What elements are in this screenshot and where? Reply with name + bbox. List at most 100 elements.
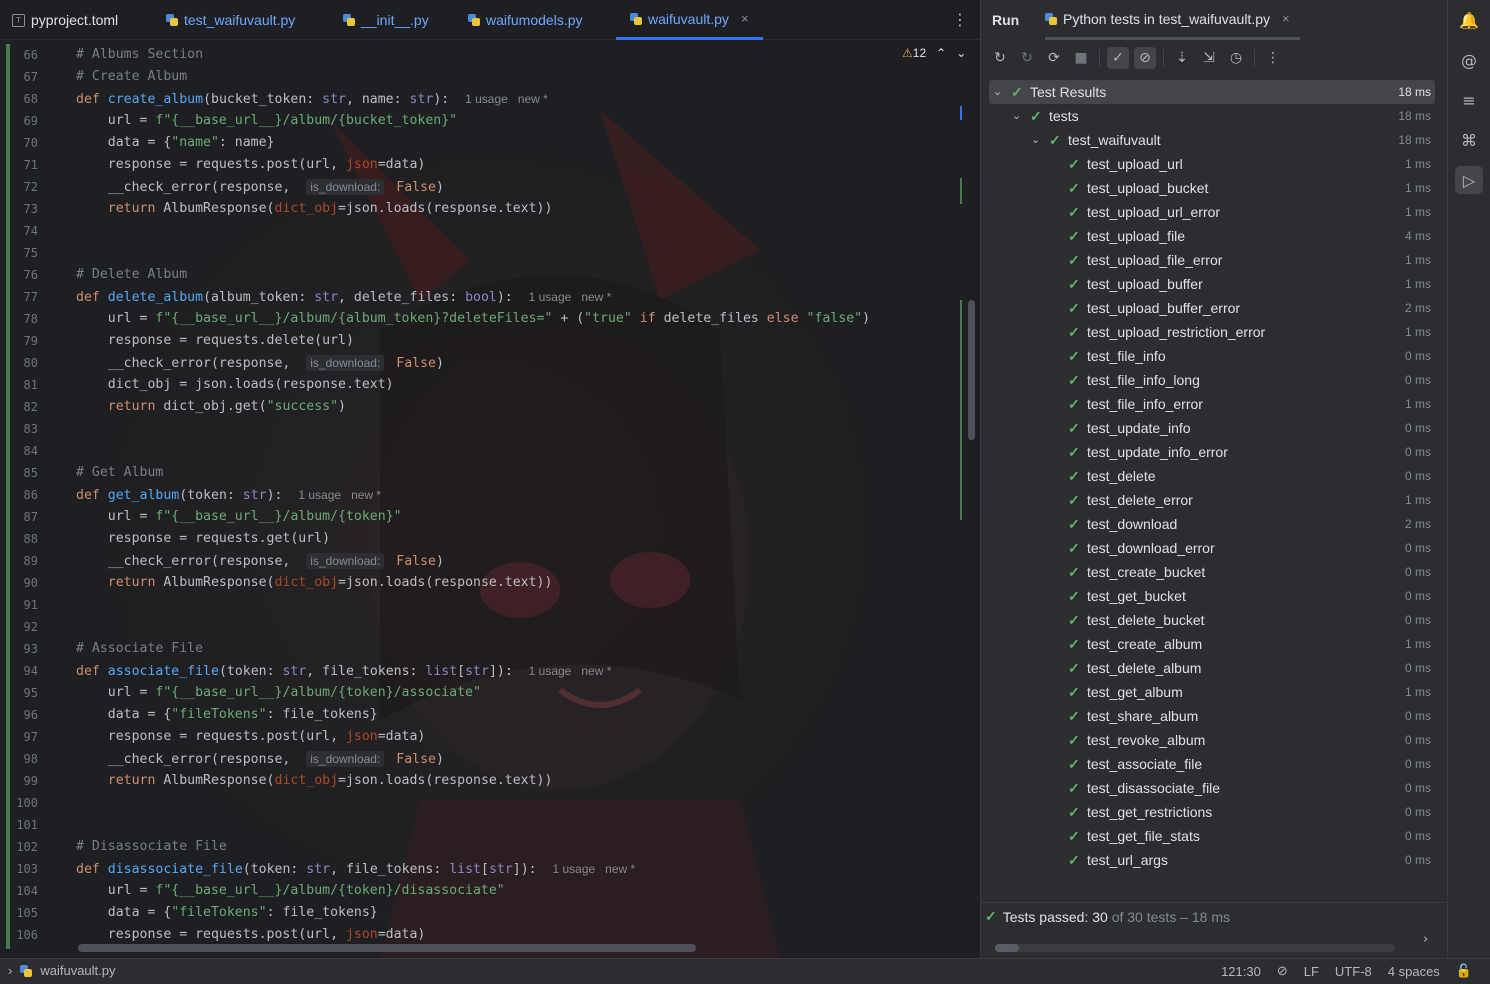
history-icon[interactable]: ◷ <box>1225 47 1247 69</box>
close-icon[interactable]: × <box>1282 11 1290 26</box>
code-line[interactable]: 106 response = requests.post(url, json=d… <box>0 924 960 946</box>
code-line[interactable]: 96 data = {"fileTokens": file_tokens} <box>0 704 960 726</box>
line-number[interactable]: 98 <box>0 748 38 770</box>
test-item[interactable]: ✓ test_file_info 0 ms <box>989 344 1435 368</box>
test-item[interactable]: ✓ test_share_album 0 ms <box>989 704 1435 728</box>
chevron-right-icon[interactable]: › <box>1423 932 1428 947</box>
tab-waifuvault[interactable]: waifuvault.py × <box>616 0 763 40</box>
scrollbar-thumb[interactable] <box>995 944 1019 952</box>
code-line[interactable]: 103 def disassociate_file(token: str, fil… <box>0 858 960 880</box>
breadcrumb-file[interactable]: waifuvault.py <box>40 963 115 978</box>
show-ignored-icon[interactable]: ⊘ <box>1134 47 1156 69</box>
code-line[interactable]: 74 <box>0 220 960 242</box>
code-line[interactable]: 66 # Albums Section <box>0 44 960 66</box>
code-line[interactable]: 71 response = requests.post(url, json=da… <box>0 154 960 176</box>
test-item[interactable]: ✓ test_upload_file 4 ms <box>989 224 1435 248</box>
tab-init[interactable]: __init__.py <box>343 0 429 40</box>
line-number[interactable]: 95 <box>0 682 38 704</box>
line-number[interactable]: 85 <box>0 462 38 484</box>
line-number[interactable]: 83 <box>0 418 38 440</box>
code-text[interactable]: # Delete Album <box>76 264 187 286</box>
line-number[interactable]: 96 <box>0 704 38 726</box>
chevron-down-icon[interactable]: ⌄ <box>1012 104 1021 128</box>
line-number[interactable]: 66 <box>0 44 38 66</box>
toggle-auto-test-icon[interactable]: ⟳ <box>1043 47 1065 69</box>
horizontal-scrollbar[interactable] <box>995 944 1395 952</box>
code-text[interactable]: data = {"fileTokens": file_tokens} <box>76 704 378 726</box>
line-number[interactable]: 75 <box>0 242 38 264</box>
line-number[interactable]: 94 <box>0 660 38 682</box>
code-text[interactable]: __check_error(response, is_download: Fal… <box>76 550 444 573</box>
line-number[interactable]: 88 <box>0 528 38 550</box>
code-text[interactable]: response = requests.post(url, json=data) <box>76 154 426 176</box>
code-lines[interactable]: 66 # Albums Section 67 # Create Album 68 def … <box>0 44 960 944</box>
more-icon[interactable]: ⋮ <box>1262 47 1284 69</box>
code-line[interactable]: 67 # Create Album <box>0 66 960 88</box>
caret-position[interactable]: 121:30 <box>1221 964 1261 979</box>
line-number[interactable]: 71 <box>0 154 38 176</box>
code-line[interactable]: 100 <box>0 792 960 814</box>
line-number[interactable]: 100 <box>0 792 38 814</box>
code-text[interactable]: # Get Album <box>76 462 163 484</box>
test-item[interactable]: ✓ test_delete_album 0 ms <box>989 656 1435 680</box>
code-line[interactable]: 95 url = f"{__base_url__}/album/{token}/… <box>0 682 960 704</box>
notifications-icon[interactable]: 🔔 <box>1455 6 1483 34</box>
test-item[interactable]: ✓ test_get_restrictions 0 ms <box>989 800 1435 824</box>
chevron-down-icon[interactable]: ⌄ <box>1031 128 1040 152</box>
line-number[interactable]: 106 <box>0 924 38 946</box>
test-item[interactable]: ✓ test_revoke_album 0 ms <box>989 728 1435 752</box>
line-number[interactable]: 92 <box>0 616 38 638</box>
code-line[interactable]: 77 def delete_album(album_token: str, del… <box>0 286 960 308</box>
code-text[interactable]: url = f"{__base_url__}/album/{token}/dis… <box>76 880 505 902</box>
code-text[interactable]: return dict_obj.get("success") <box>76 396 346 418</box>
test-item[interactable]: ✓ test_associate_file 0 ms <box>989 752 1435 776</box>
code-text[interactable]: data = {"name": name} <box>76 132 275 154</box>
test-item[interactable]: ✓ test_upload_restriction_error 1 ms <box>989 320 1435 344</box>
line-number[interactable]: 72 <box>0 176 38 198</box>
test-item[interactable]: ✓ test_create_bucket 0 ms <box>989 560 1435 584</box>
test-item[interactable]: ✓ test_file_info_error 1 ms <box>989 392 1435 416</box>
python-console-icon[interactable]: ⌘ <box>1455 126 1483 154</box>
test-item[interactable]: ✓ test_get_bucket 0 ms <box>989 584 1435 608</box>
code-line[interactable]: 83 <box>0 418 960 440</box>
test-item[interactable]: ✓ test_create_album 1 ms <box>989 632 1435 656</box>
code-text[interactable]: def get_album(token: str): 1 usage new * <box>76 484 381 507</box>
test-item[interactable]: ✓ test_upload_url 1 ms <box>989 152 1435 176</box>
code-text[interactable]: dict_obj = json.loads(response.text) <box>76 374 394 396</box>
file-encoding[interactable]: UTF-8 <box>1335 964 1372 979</box>
test-item[interactable]: ✓ test_delete_error 1 ms <box>989 488 1435 512</box>
sort-alphabetically-icon[interactable]: ⇣ <box>1171 47 1193 69</box>
code-line[interactable]: 99 return AlbumResponse(dict_obj=json.lo… <box>0 770 960 792</box>
line-number[interactable]: 93 <box>0 638 38 660</box>
test-item[interactable]: ✓ test_upload_buffer 1 ms <box>989 272 1435 296</box>
code-line[interactable]: 68 def create_album(bucket_token: str, na… <box>0 88 960 110</box>
line-number[interactable]: 104 <box>0 880 38 902</box>
line-number[interactable]: 91 <box>0 594 38 616</box>
line-number[interactable]: 103 <box>0 858 38 880</box>
test-item[interactable]: ✓ test_upload_buffer_error 2 ms <box>989 296 1435 320</box>
code-line[interactable]: 72 __check_error(response, is_download: … <box>0 176 960 198</box>
code-line[interactable]: 98 __check_error(response, is_download: … <box>0 748 960 770</box>
line-number[interactable]: 76 <box>0 264 38 286</box>
rerun-failed-icon[interactable]: ↻ <box>1016 47 1038 69</box>
code-line[interactable]: 86 def get_album(token: str): 1 usage new… <box>0 484 960 506</box>
test-item[interactable]: ✓ test_download_error 0 ms <box>989 536 1435 560</box>
code-text[interactable]: __check_error(response, is_download: Fal… <box>76 748 444 771</box>
ai-off-icon[interactable]: ⊘ <box>1277 963 1288 979</box>
test-item[interactable]: ✓ test_get_file_stats 0 ms <box>989 824 1435 848</box>
line-number[interactable]: 80 <box>0 352 38 374</box>
code-text[interactable]: return AlbumResponse(dict_obj=json.loads… <box>76 770 553 792</box>
test-item[interactable]: ✓ test_get_album 1 ms <box>989 680 1435 704</box>
next-highlight-icon[interactable]: ⌄ <box>956 46 966 60</box>
tree-module[interactable]: ⌄ ✓ test_waifuvault 18 ms <box>989 128 1435 152</box>
code-text[interactable]: data = {"fileTokens": file_tokens} <box>76 902 378 924</box>
sort-by-duration-icon[interactable]: ⇲ <box>1198 47 1220 69</box>
tab-pyproject-toml[interactable]: T pyproject.toml <box>12 0 118 40</box>
code-line[interactable]: 82 return dict_obj.get("success") <box>0 396 960 418</box>
code-text[interactable]: url = f"{__base_url__}/album/{token}" <box>76 506 402 528</box>
more-tabs-icon[interactable]: ⋮ <box>952 10 968 30</box>
line-number[interactable]: 67 <box>0 66 38 88</box>
indent-setting[interactable]: 4 spaces <box>1388 964 1440 979</box>
run-icon[interactable]: ▷ <box>1455 166 1483 194</box>
code-line[interactable]: 85 # Get Album <box>0 462 960 484</box>
